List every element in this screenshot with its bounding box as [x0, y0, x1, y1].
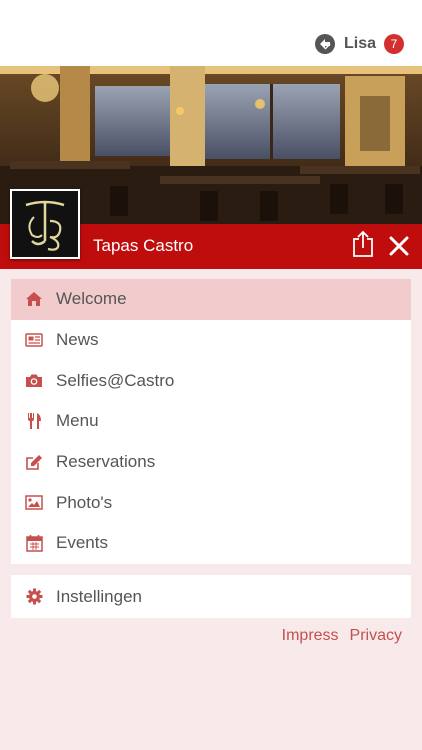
- settings-label: Instellingen: [56, 586, 143, 606]
- edit-icon: [25, 453, 43, 471]
- privacy-link[interactable]: Privacy: [350, 627, 402, 645]
- menu-item-label: Selfies@Castro: [56, 370, 175, 390]
- share-icon[interactable]: [350, 230, 376, 258]
- top-bar: Lisa 7: [0, 0, 422, 66]
- menu-item-label: Photo's: [56, 492, 113, 512]
- menu-item-menu[interactable]: Menu: [11, 401, 411, 442]
- footer-links: Impress Privacy: [282, 627, 402, 645]
- menu-item-reservations[interactable]: Reservations: [11, 442, 411, 483]
- camera-icon: [25, 372, 43, 390]
- newspaper-icon: [25, 331, 43, 349]
- home-icon: [25, 290, 43, 308]
- close-icon[interactable]: [386, 233, 412, 259]
- share-button[interactable]: [350, 230, 376, 258]
- menu-item-selfies[interactable]: Selfies@Castro: [11, 360, 411, 401]
- menu-item-label: Reservations: [56, 452, 156, 472]
- user-menu[interactable]: Lisa 7: [314, 33, 404, 55]
- menu-item-news[interactable]: News: [11, 320, 411, 361]
- menu-item-events[interactable]: Events: [11, 523, 411, 564]
- close-button[interactable]: [386, 233, 412, 259]
- impress-link[interactable]: Impress: [282, 627, 339, 645]
- notification-badge[interactable]: 7: [384, 34, 404, 54]
- navigation-menu: Welcome News Selfies@Castro Menu Reserva…: [11, 279, 411, 564]
- cutlery-icon: [25, 412, 43, 430]
- menu-item-label: Menu: [56, 411, 99, 431]
- menu-item-label: Events: [56, 533, 108, 553]
- gear-icon: [25, 588, 43, 606]
- venue-logo: [10, 189, 80, 259]
- menu-item-welcome[interactable]: Welcome: [11, 279, 411, 320]
- user-name[interactable]: Lisa: [344, 35, 376, 53]
- venue-name: Tapas Castro: [93, 236, 194, 255]
- image-icon: [25, 494, 43, 512]
- menu-item-label: News: [56, 330, 99, 350]
- menu-item-settings[interactable]: Instellingen: [11, 575, 411, 618]
- account-switch-icon[interactable]: [314, 33, 336, 55]
- menu-item-label: Welcome: [56, 289, 127, 309]
- menu-item-photos[interactable]: Photo's: [11, 482, 411, 523]
- calendar-icon: [25, 534, 43, 553]
